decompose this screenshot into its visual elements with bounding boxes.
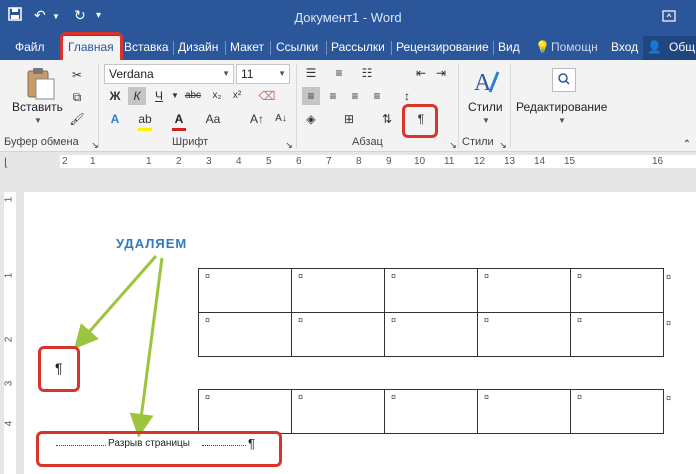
page-break-dots <box>202 445 246 446</box>
page-break-pilcrow: ¶ <box>248 436 255 451</box>
page-break-dots <box>56 445 106 446</box>
paragraph-mark[interactable]: ¶ <box>55 360 63 376</box>
page-break[interactable]: Разрыв страницы ¶ <box>56 436 255 452</box>
page-break-text: Разрыв страницы <box>108 438 190 449</box>
annotation-arrows <box>74 255 164 438</box>
